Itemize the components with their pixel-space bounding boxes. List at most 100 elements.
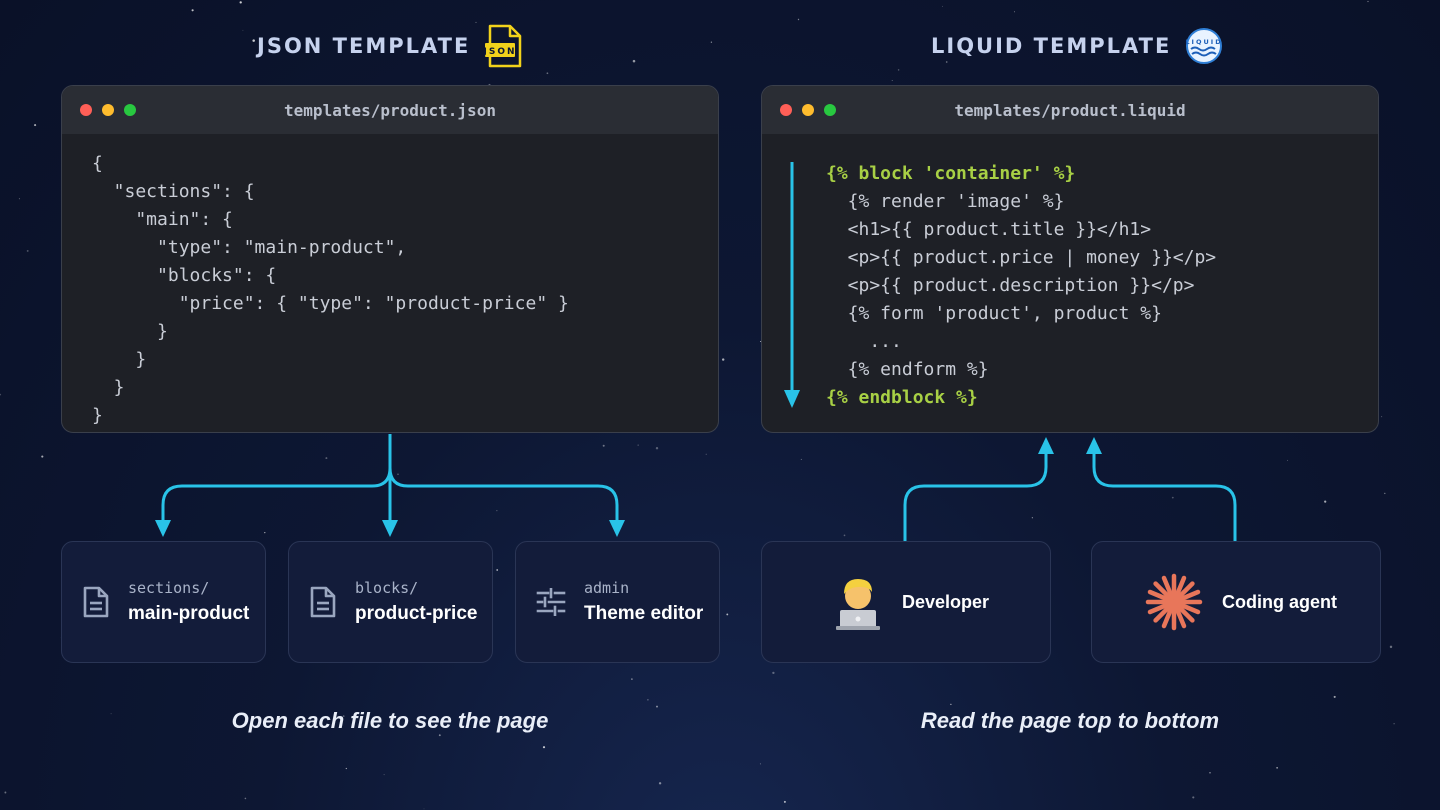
star: [1333, 695, 1336, 698]
card-path-prefix: admin: [584, 579, 630, 597]
star: [34, 124, 37, 127]
star: [345, 767, 347, 770]
liquid-code-window: templates/product.liquid {% block 'conta…: [761, 85, 1379, 433]
star: [242, 29, 244, 31]
developer-emoji-icon: [836, 579, 880, 630]
star: [950, 703, 952, 706]
star: [0, 393, 2, 396]
star: [658, 782, 662, 785]
liquid-code-line: ...: [826, 331, 902, 352]
minimize-dot-icon[interactable]: [802, 104, 814, 116]
star: [4, 791, 7, 794]
star: [18, 198, 20, 200]
star: [897, 69, 900, 71]
top-to-bottom-arrow-icon: [784, 162, 800, 408]
star: [1287, 459, 1289, 461]
star: [1381, 416, 1383, 418]
caption-open-each-file: Open each file to see the page: [231, 708, 549, 733]
star: [797, 18, 800, 21]
file-icon: [83, 586, 109, 618]
star: [1171, 496, 1174, 499]
star: [26, 249, 29, 252]
json-badge-text: JSON: [484, 47, 517, 57]
star: [325, 457, 328, 460]
liquid-code-line: <h1>{{ product.title }}</h1>: [826, 219, 1152, 240]
coding-agent-label: Coding agent: [1222, 591, 1337, 612]
developer-label: Developer: [902, 591, 990, 612]
star: [705, 453, 707, 455]
star: [759, 763, 761, 765]
star: [710, 41, 713, 43]
liquid-code-line: <p>{{ product.description }}</p>: [826, 275, 1195, 296]
liquid-badge-text: LIQUID: [1186, 38, 1223, 46]
star: [542, 746, 546, 749]
star: [1393, 723, 1395, 725]
close-dot-icon[interactable]: [780, 104, 792, 116]
star: [1276, 767, 1278, 769]
star: [244, 797, 247, 800]
star: [726, 613, 729, 616]
star: [656, 705, 658, 708]
json-window-titlebar: templates/product.json: [62, 86, 718, 134]
star: [397, 473, 399, 475]
star: [252, 39, 255, 42]
card-sections-main-product[interactable]: sections/ main-product: [61, 541, 266, 663]
star: [602, 444, 605, 447]
star: [191, 9, 194, 12]
star: [41, 455, 44, 458]
minimize-dot-icon[interactable]: [102, 104, 114, 116]
star: [632, 59, 636, 63]
liquid-template-title: LIQUID TEMPLATE: [931, 34, 1172, 58]
star: [1367, 0, 1369, 3]
json-template-title: JSON TEMPLATE: [257, 34, 471, 58]
star: [546, 72, 549, 75]
liquid-template-heading: LIQUID TEMPLATE LIQUID: [931, 26, 1223, 66]
star: [631, 678, 633, 680]
star: [843, 534, 846, 537]
maximize-dot-icon[interactable]: [124, 104, 136, 116]
star: [475, 21, 477, 23]
liquid-code-line: {% endblock %}: [826, 387, 978, 408]
json-filename: templates/product.json: [284, 100, 496, 120]
star: [891, 80, 893, 81]
star: [423, 808, 425, 810]
star: [110, 713, 112, 715]
star: [1013, 11, 1016, 13]
card-coding-agent[interactable]: Coding agent: [1091, 541, 1381, 663]
star: [1209, 771, 1211, 774]
star: [239, 1, 242, 4]
close-dot-icon[interactable]: [80, 104, 92, 116]
maximize-dot-icon[interactable]: [824, 104, 836, 116]
star: [800, 458, 802, 460]
card-admin-theme-editor[interactable]: admin Theme editor: [515, 541, 720, 663]
liquid-logo-icon: LIQUID: [1186, 28, 1223, 64]
liquid-code-line: {% endform %}: [826, 359, 989, 380]
star: [941, 5, 943, 7]
liquid-code-line: {% block 'container' %}: [826, 163, 1076, 184]
card-blocks-product-price[interactable]: blocks/ product-price: [288, 541, 493, 663]
liquid-window-titlebar: templates/product.liquid: [762, 86, 1378, 134]
star: [647, 699, 649, 701]
caption-read-top-to-bottom: Read the page top to bottom: [920, 708, 1220, 733]
liquid-filename: templates/product.liquid: [954, 100, 1186, 120]
card-file-name: main-product: [128, 603, 250, 624]
liquid-code-line: <p>{{ product.price | money }}</p>: [826, 247, 1217, 268]
star: [264, 531, 266, 534]
json-code-window: templates/product.json { "sections": { "…: [61, 85, 719, 433]
star: [383, 774, 385, 776]
card-path-prefix: sections/: [128, 579, 210, 597]
json-code-body: { "sections": { "main": { "type": "main-…: [92, 153, 569, 426]
star: [1192, 796, 1195, 799]
json-file-icon: JSON: [484, 24, 522, 68]
starburst-icon: [1145, 573, 1203, 631]
liquid-code-body: {% block 'container' %} {% render 'image…: [826, 160, 1216, 412]
card-developer[interactable]: Developer: [761, 541, 1051, 663]
star: [772, 671, 775, 675]
json-template-heading: JSON TEMPLATE JSON: [257, 24, 522, 68]
star: [496, 569, 499, 571]
star: [637, 444, 639, 446]
star: [783, 800, 786, 803]
star: [1384, 492, 1386, 495]
star: [722, 358, 725, 361]
card-file-name: product-price: [355, 603, 478, 624]
